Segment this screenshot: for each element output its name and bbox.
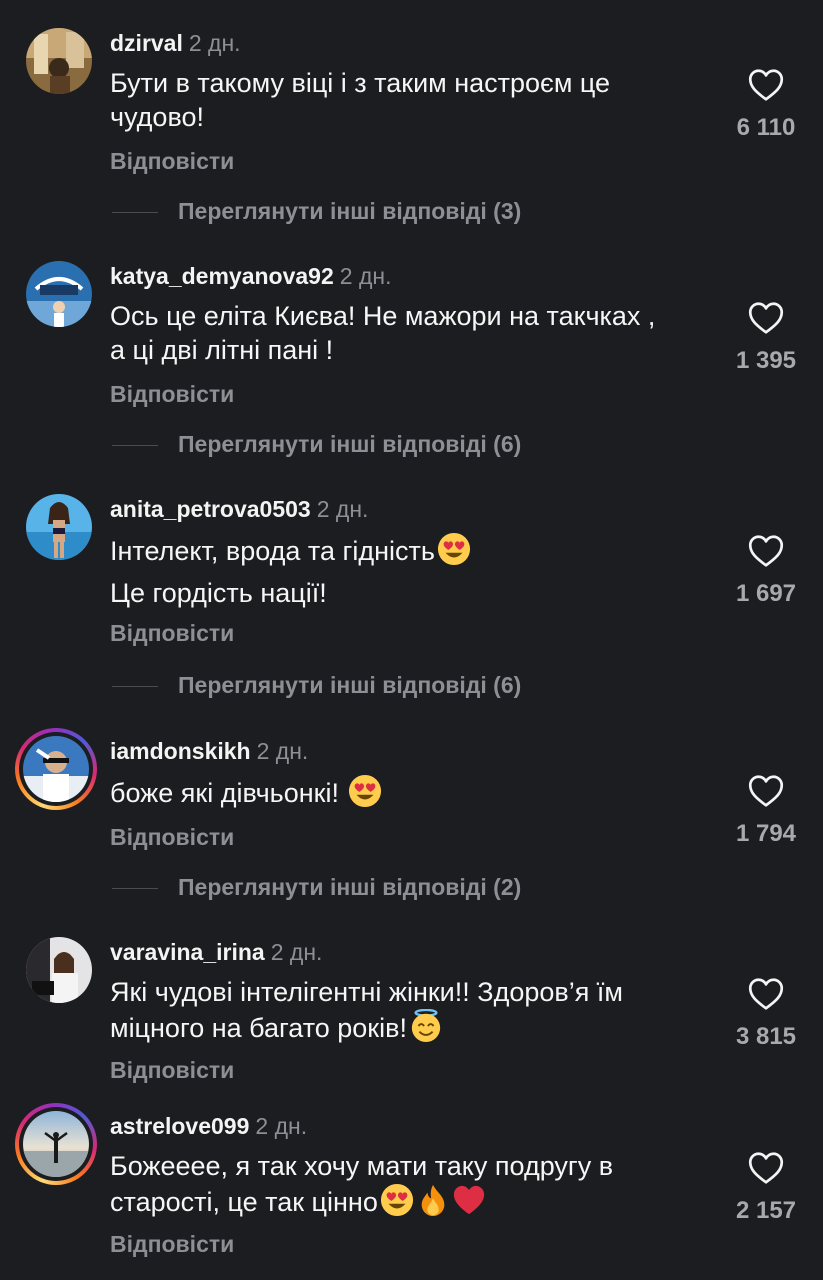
like-control: 3 815	[724, 977, 808, 1051]
smiling-face-with-halo-emoji	[411, 1009, 441, 1043]
view-more-replies-button[interactable]: Переглянути інші відповіді (6)	[112, 431, 521, 458]
heart-outline-icon[interactable]	[748, 1151, 784, 1185]
timestamp: 2 дн.	[270, 939, 323, 965]
heart-outline-icon[interactable]	[748, 534, 784, 568]
comment-text-line-2: Це гордість нації!	[110, 578, 327, 608]
view-more-replies-button[interactable]: Переглянути інші відповіді (3)	[112, 198, 521, 225]
timestamp: 2 дн.	[256, 738, 309, 764]
username[interactable]: varavina_irina	[110, 939, 265, 965]
username[interactable]: dzirval	[110, 30, 183, 56]
comment-text: Які чудові інтелігентні жінки!! Здоров’я…	[110, 975, 720, 1045]
view-more-replies-label: Переглянути інші відповіді (6)	[178, 672, 522, 698]
reply-button[interactable]: Відповісти	[110, 1057, 234, 1084]
like-control: 1 697	[724, 534, 808, 608]
comment-text: Бути в такому віці і з таким настроєм це…	[110, 68, 611, 132]
like-control: 1 395	[724, 301, 808, 375]
comment-text: Божееее, я так хочу мати таку подругу в …	[110, 1149, 700, 1219]
reply-button[interactable]: Відповісти	[110, 1231, 234, 1258]
avatar[interactable]	[26, 494, 92, 560]
reply-button[interactable]: Відповісти	[110, 148, 234, 175]
red-heart-emoji	[453, 1185, 484, 1215]
heart-outline-icon[interactable]	[748, 977, 784, 1011]
timestamp: 2 дн.	[255, 1113, 308, 1139]
like-count: 1 395	[735, 347, 797, 374]
like-count: 3 815	[735, 1023, 797, 1050]
view-more-replies-button[interactable]: Переглянути інші відповіді (2)	[112, 874, 521, 901]
comment-text-content: боже які дівчьонкі!	[110, 778, 339, 808]
username[interactable]: katya_demyanova92	[110, 263, 334, 289]
reply-button[interactable]: Відповісти	[110, 824, 234, 851]
heart-eyes-emoji	[437, 532, 470, 566]
comment-text-content: Які чудові інтелігентні жінки!! Здоров’я…	[110, 977, 623, 1043]
heart-outline-icon[interactable]	[748, 774, 784, 808]
avatar-with-story-ring[interactable]	[15, 728, 97, 810]
like-control: 1 794	[724, 774, 808, 848]
reply-button[interactable]: Відповісти	[110, 381, 234, 408]
timestamp: 2 дн.	[339, 263, 392, 289]
comment-header: katya_demyanova92 2 дн.	[110, 263, 391, 290]
like-control: 2 157	[724, 1151, 808, 1225]
divider-line	[112, 888, 158, 890]
divider-line	[112, 445, 158, 447]
like-control: 6 110	[724, 68, 808, 142]
like-count: 2 157	[735, 1197, 797, 1224]
reply-button[interactable]: Відповісти	[110, 620, 234, 647]
view-more-replies-button[interactable]: Переглянути інші відповіді (6)	[112, 672, 521, 699]
comments-screen: dzirval 2 дн. Бути в такому віці і з таки…	[0, 0, 823, 1280]
avatar[interactable]	[26, 261, 92, 327]
heart-outline-icon[interactable]	[748, 68, 784, 102]
comment-text-line: Інтелект, врода та гідність	[110, 532, 710, 568]
heart-outline-icon[interactable]	[748, 301, 784, 335]
view-more-replies-label: Переглянути інші відповіді (3)	[178, 198, 522, 224]
username[interactable]: iamdonskikh	[110, 738, 251, 764]
heart-eyes-emoji	[349, 774, 382, 808]
comment-header: varavina_irina 2 дн.	[110, 939, 322, 966]
comment-header: iamdonskikh 2 дн.	[110, 738, 308, 765]
comment-header: dzirval 2 дн.	[110, 30, 241, 57]
comment-text: Ось це еліта Києва! Не мажори на такчках…	[110, 301, 656, 365]
comment-header: anita_petrova0503 2 дн.	[110, 496, 368, 523]
username[interactable]: anita_petrova0503	[110, 496, 311, 522]
view-more-replies-label: Переглянути інші відповіді (2)	[178, 874, 522, 900]
like-count: 6 110	[736, 114, 796, 141]
avatar-with-story-ring[interactable]	[15, 1103, 97, 1185]
timestamp: 2 дн.	[188, 30, 241, 56]
like-count: 1 697	[735, 580, 797, 607]
fire-emoji	[421, 1184, 445, 1217]
comment-header: astrelove099 2 дн.	[110, 1113, 307, 1140]
avatar[interactable]	[26, 937, 92, 1003]
divider-line	[112, 212, 158, 214]
comment-text-line-1: Інтелект, врода та гідність	[110, 536, 435, 566]
avatar[interactable]	[26, 28, 92, 94]
comment-text: Інтелект, врода та гідність Це гордість …	[110, 532, 710, 610]
heart-eyes-emoji	[380, 1183, 413, 1217]
comment-text-content: Божееее, я так хочу мати таку подругу в …	[110, 1151, 614, 1217]
username[interactable]: astrelove099	[110, 1113, 249, 1139]
view-more-replies-label: Переглянути інші відповіді (6)	[178, 431, 522, 457]
like-count: 1 794	[735, 820, 797, 847]
timestamp: 2 дн.	[316, 496, 369, 522]
comment-text: боже які дівчьонкі!	[110, 774, 710, 810]
divider-line	[112, 686, 158, 688]
